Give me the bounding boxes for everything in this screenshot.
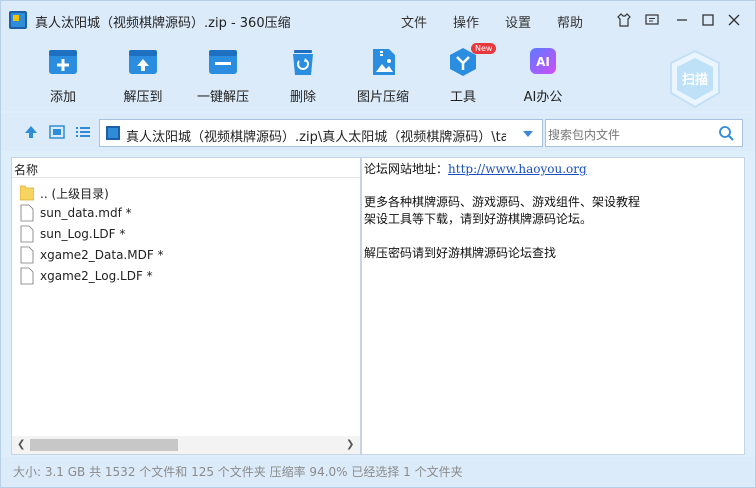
app-window: 真人汰阳城（视频棋牌源码）.zip - 360压缩 文件 操作 设置 帮助 添加… — [0, 0, 756, 488]
ai-icon-text: AI — [536, 55, 550, 69]
delete-icon — [293, 50, 313, 75]
info-line-3: 架设工具等下载，请到好游棋牌源码论坛。 — [364, 212, 593, 226]
list-item[interactable]: sun_Log.LDF * — [18, 224, 348, 244]
status-bar: 大小: 3.1 GB 共 1532 个文件和 125 个文件夹 压缩率 94.0… — [1, 457, 755, 487]
scrollbar-thumb[interactable] — [30, 439, 178, 451]
archive-icon — [106, 126, 120, 140]
delete-button[interactable]: 删除 — [263, 47, 343, 105]
file-name: xgame2_Log.LDF * — [40, 269, 153, 283]
archive-icon — [9, 11, 27, 29]
file-name: .. (上级目录) — [40, 187, 109, 201]
one-click-extract-button[interactable]: 一键解压 — [183, 47, 263, 105]
info-line-2: 更多各种棋牌源码、游戏源码、游戏组件、架设教程 — [364, 195, 641, 209]
file-icon — [20, 267, 34, 285]
forum-line: 论坛网站地址：http://www.haoyou.org — [364, 160, 587, 177]
menu-help[interactable]: 帮助 — [557, 12, 583, 31]
ai-office-button[interactable]: AI AI办公 — [503, 47, 583, 105]
forum-link[interactable]: http://www.haoyou.org — [448, 162, 587, 176]
forum-prefix: 论坛网站地址： — [364, 162, 449, 176]
scroll-left-icon[interactable]: ❮ — [17, 439, 25, 450]
column-header-name[interactable]: 名称 — [12, 158, 360, 178]
info-line-4: 解压密码请到好游棋牌源码论坛查找 — [364, 246, 557, 260]
search-icon[interactable] — [718, 125, 734, 141]
address-path: 真人汰阳城（视频棋牌源码）.zip\真人太阳城（视频棋牌源码）\taiyang — [126, 130, 506, 145]
minimize-icon[interactable] — [671, 9, 693, 31]
ai-office-label: AI办公 — [523, 90, 563, 105]
address-field[interactable]: 真人汰阳城（视频棋牌源码）.zip\真人太阳城（视频棋牌源码）\taiyang — [99, 119, 543, 147]
scan-shield-icon: 扫描 — [670, 49, 720, 109]
toolbar: 添加 解压到 一键解压 删除 图片压缩 New 工具 AI AI办公 扫描 — [1, 41, 755, 111]
list-item-parent[interactable]: .. (上级目录) — [18, 182, 348, 202]
delete-label: 删除 — [289, 90, 316, 105]
menu-settings[interactable]: 设置 — [505, 12, 531, 31]
search-placeholder: 搜索包内文件 — [548, 128, 621, 142]
tools-label: 工具 — [449, 90, 476, 105]
horizontal-scrollbar[interactable]: ❮ ❯ — [12, 436, 360, 454]
list-item[interactable]: xgame2_Log.LDF * — [18, 266, 348, 286]
skin-icon[interactable] — [613, 9, 635, 31]
file-list-pane: 名称 .. (上级目录) sun_data.mdf * sun_Log.LDF … — [11, 157, 361, 455]
menu-operation[interactable]: 操作 — [453, 12, 479, 31]
file-icon — [20, 246, 34, 264]
one-click-extract-label: 一键解压 — [196, 90, 249, 105]
maximize-icon[interactable] — [697, 9, 719, 31]
tools-button[interactable]: New 工具 — [423, 43, 503, 105]
file-icon — [20, 225, 34, 243]
image-compress-icon — [373, 49, 395, 75]
image-compress-label: 图片压缩 — [356, 90, 409, 105]
new-badge: New — [471, 43, 497, 54]
add-button[interactable]: 添加 — [23, 47, 103, 105]
archive-comment-pane: 论坛网站地址：http://www.haoyou.org 更多各种棋牌源码、游戏… — [361, 157, 745, 455]
feedback-icon[interactable] — [641, 9, 663, 31]
search-field[interactable]: 搜索包内文件 — [545, 119, 743, 147]
file-icon — [20, 204, 34, 222]
thumbnail-view-icon[interactable] — [49, 125, 65, 139]
extract-to-icon — [129, 50, 157, 74]
image-compress-button[interactable]: 图片压缩 — [343, 47, 423, 105]
file-name: sun_Log.LDF * — [40, 227, 126, 241]
folder-icon — [20, 185, 34, 201]
list-item[interactable]: xgame2_Data.MDF * — [18, 245, 348, 265]
column-header-label: 名称 — [14, 163, 39, 177]
scan-label: 扫描 — [682, 72, 708, 88]
scroll-right-icon[interactable]: ❯ — [346, 439, 354, 450]
chevron-down-icon[interactable] — [520, 126, 536, 142]
scan-button[interactable]: 扫描 — [667, 49, 723, 109]
one-click-extract-icon — [209, 50, 237, 74]
address-bar-row: 真人汰阳城（视频棋牌源码）.zip\真人太阳城（视频棋牌源码）\taiyang … — [1, 113, 755, 151]
add-label: 添加 — [49, 90, 76, 105]
close-icon[interactable] — [723, 9, 745, 31]
ai-office-icon: AI — [530, 48, 556, 74]
list-item[interactable]: sun_data.mdf * — [18, 203, 348, 223]
status-text: 大小: 3.1 GB 共 1532 个文件和 125 个文件夹 压缩率 94.0… — [13, 465, 463, 479]
title-bar: 真人汰阳城（视频棋牌源码）.zip - 360压缩 文件 操作 设置 帮助 — [1, 1, 755, 41]
file-name: xgame2_Data.MDF * — [40, 248, 164, 262]
up-arrow-icon[interactable] — [23, 125, 39, 139]
extract-to-button[interactable]: 解压到 — [103, 47, 183, 105]
menu-file[interactable]: 文件 — [401, 12, 427, 31]
file-name: sun_data.mdf * — [40, 206, 132, 220]
list-view-icon[interactable] — [75, 125, 91, 139]
window-title: 真人汰阳城（视频棋牌源码）.zip - 360压缩 — [35, 16, 291, 31]
extract-to-label: 解压到 — [123, 90, 163, 105]
add-icon — [49, 50, 77, 74]
